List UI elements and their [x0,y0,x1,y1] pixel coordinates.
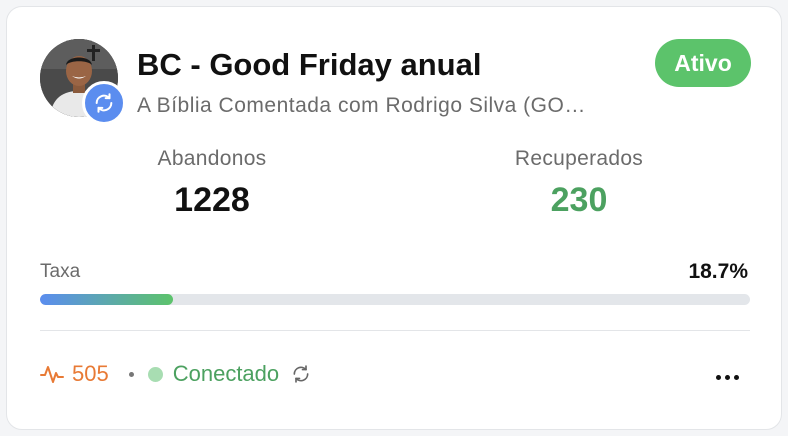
abandonos-label: Abandonos [157,147,267,170]
sync-badge [82,81,126,125]
rate-progress-bar [40,294,750,305]
activity-count: 505 [72,361,109,386]
rate-value: 18.7% [688,260,748,283]
sync-icon [95,93,113,113]
rate-progress-fill [40,294,173,305]
card-footer: 505 Conectado [40,359,311,389]
more-options-button[interactable] [709,362,745,392]
campaign-card[interactable]: BC - Good Friday anual A Bíblia Comentad… [6,6,782,430]
refresh-icon[interactable] [291,364,311,384]
rate-label: Taxa [40,261,81,282]
recuperados-label: Recuperados [514,147,644,170]
activity-pulse-icon [40,366,64,383]
more-horizontal-icon[interactable] [715,374,721,380]
abandonos-value: 1228 [174,181,250,219]
campaign-title: BC - Good Friday anual [137,47,482,82]
avatar-group [40,39,126,125]
recuperados-value: 230 [550,181,608,219]
abandonos-stat: Abandonos 1228 [112,147,312,220]
refresh-button[interactable] [291,364,311,384]
connection-status-label: Conectado [172,361,280,386]
status-badge: Ativo [655,39,751,87]
recuperados-stat: Recuperados 230 [479,147,679,220]
connection-status-dot [147,366,163,382]
divider [40,330,750,331]
campaign-subtitle: A Bíblia Comentada com Rodrigo Silva (GO… [137,94,586,117]
separator-dot [128,371,134,377]
